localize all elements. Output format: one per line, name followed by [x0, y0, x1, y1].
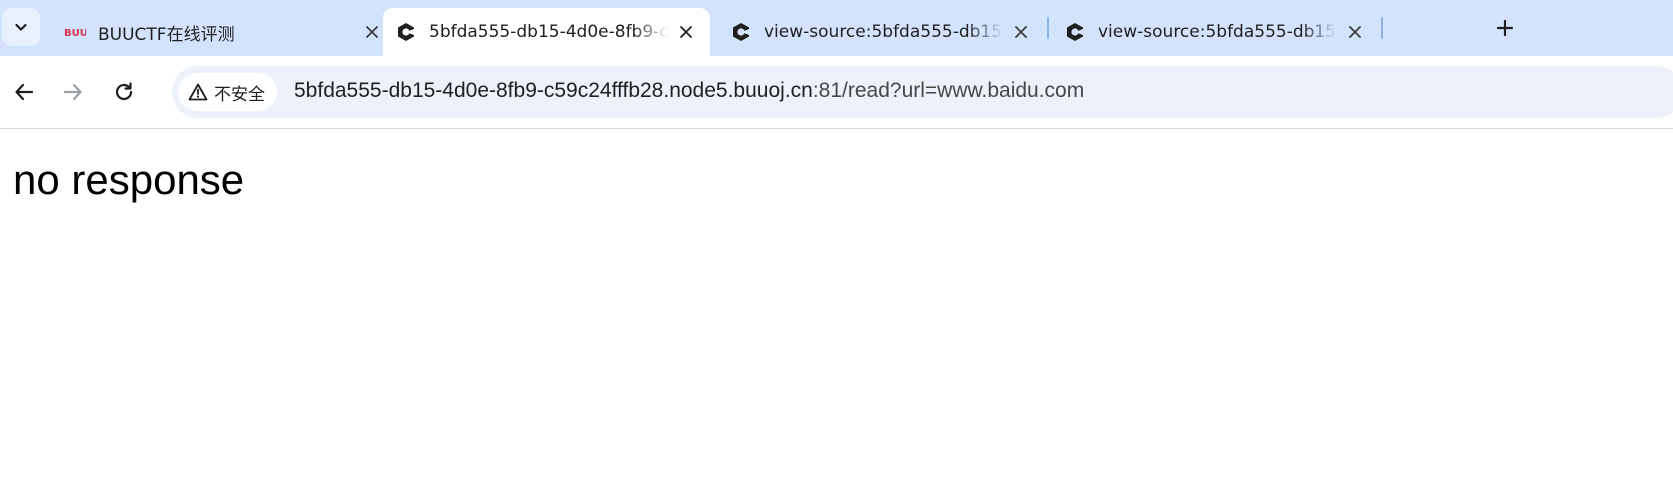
svg-text:BUU: BUU	[64, 28, 86, 39]
tab-strip: BUU BUUCTF在线评测 5bfda555-db15-4d0e-8fb9-c…	[0, 0, 1673, 56]
security-label: 不安全	[214, 84, 265, 105]
close-tab-icon[interactable]	[360, 20, 384, 44]
url-host: 5bfda555-db15-4d0e-8fb9-c59c24fffb28.nod…	[294, 79, 813, 102]
url-path: :81/read?url=www.baidu.com	[812, 79, 1085, 102]
tab-title: 5bfda555-db15-4d0e-8fb9-c59c24fffb28.nod…	[429, 22, 668, 42]
tab-view-source-2[interactable]: view-source:5bfda555-db15-4d0e-8fb9-c59c…	[1052, 8, 1379, 56]
chevron-down-icon	[15, 23, 27, 31]
tab-title: view-source:5bfda555-db15-4d0e-8fb9-c59c…	[1098, 22, 1337, 42]
tab-view-source-1[interactable]: view-source:5bfda555-db15-4d0e-8fb9-c59c…	[718, 8, 1045, 56]
tab-search-button[interactable]	[2, 8, 40, 46]
new-tab-button[interactable]	[1489, 12, 1521, 44]
security-indicator[interactable]: 不安全	[178, 73, 277, 111]
plus-icon	[1496, 19, 1514, 37]
close-tab-icon[interactable]	[1009, 20, 1033, 44]
warning-triangle-icon	[188, 83, 208, 101]
site-icon	[395, 21, 417, 43]
reload-icon	[115, 82, 133, 101]
tab-separator	[1381, 17, 1383, 39]
site-icon	[730, 21, 752, 43]
back-button[interactable]	[6, 74, 42, 110]
site-icon	[1064, 21, 1086, 43]
browser-toolbar: 不安全 5bfda555-db15-4d0e-8fb9-c59c24fffb28…	[0, 56, 1673, 129]
back-arrow-icon	[15, 83, 34, 101]
close-tab-icon[interactable]	[674, 20, 698, 44]
forward-button[interactable]	[55, 74, 91, 110]
tab-separator	[1047, 17, 1049, 39]
url-text[interactable]: 5bfda555-db15-4d0e-8fb9-c59c24fffb28.nod…	[294, 79, 1084, 103]
page-body-text: no response	[13, 156, 245, 203]
buuctf-logo-icon: BUU	[64, 21, 86, 43]
address-bar[interactable]: 不安全 5bfda555-db15-4d0e-8fb9-c59c24fffb28…	[172, 66, 1673, 118]
reload-button[interactable]	[106, 74, 142, 110]
tab-active-page[interactable]: 5bfda555-db15-4d0e-8fb9-c59c24fffb28.nod…	[383, 8, 710, 56]
close-tab-icon[interactable]	[1343, 20, 1367, 44]
tab-buuctf[interactable]: BUU BUUCTF在线评测	[52, 8, 396, 56]
tab-title: BUUCTF在线评测	[98, 24, 235, 45]
tab-title: view-source:5bfda555-db15-4d0e-8fb9-c59c…	[764, 22, 1003, 42]
forward-arrow-icon	[63, 83, 82, 101]
